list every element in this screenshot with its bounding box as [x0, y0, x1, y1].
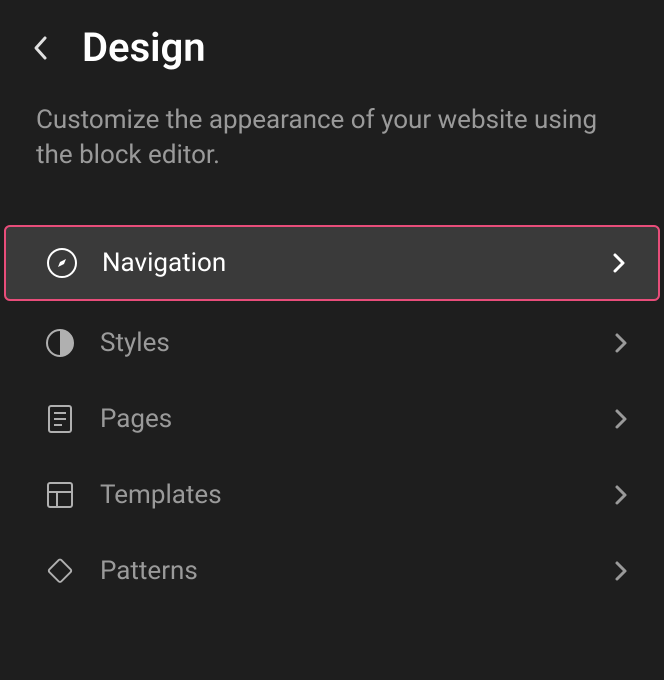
menu-item-label: Navigation [102, 248, 612, 278]
chevron-right-icon [612, 252, 626, 274]
page-icon [44, 403, 76, 435]
chevron-right-icon [614, 332, 628, 354]
chevron-right-icon [614, 484, 628, 506]
page-description: Customize the appearance of your website… [0, 87, 664, 205]
compass-icon [46, 247, 78, 279]
menu-item-label: Styles [100, 328, 614, 358]
chevron-left-icon [32, 34, 50, 62]
page-title: Design [82, 24, 206, 71]
layout-icon [44, 479, 76, 511]
menu-item-navigation[interactable]: Navigation [4, 225, 660, 301]
menu-item-styles[interactable]: Styles [0, 305, 664, 381]
menu-item-templates[interactable]: Templates [0, 457, 664, 533]
half-circle-icon [44, 327, 76, 359]
chevron-right-icon [614, 560, 628, 582]
back-button[interactable] [32, 34, 50, 62]
menu-item-label: Pages [100, 404, 614, 434]
menu-item-label: Templates [100, 480, 614, 510]
menu-list: Navigation Styles Pages [0, 205, 664, 625]
header: Design [0, 0, 664, 87]
menu-item-pages[interactable]: Pages [0, 381, 664, 457]
menu-item-patterns[interactable]: Patterns [0, 533, 664, 609]
diamond-icon [44, 555, 76, 587]
chevron-right-icon [614, 408, 628, 430]
menu-item-label: Patterns [100, 556, 614, 586]
